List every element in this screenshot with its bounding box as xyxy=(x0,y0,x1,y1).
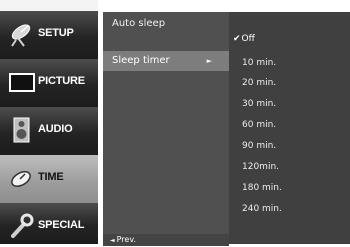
option-label: Off xyxy=(241,34,255,44)
option-item[interactable]: 60 min. xyxy=(229,115,350,135)
option-label: 30 min. xyxy=(242,99,277,109)
satellite-dish-icon xyxy=(11,24,31,47)
submenu-arrow-icon: ► xyxy=(206,57,212,65)
submenu-label: Auto sleep xyxy=(112,18,166,29)
nav-item-special[interactable]: SPECIAL xyxy=(0,203,98,244)
nav-label-picture: PICTURE xyxy=(38,75,85,87)
speaker-icon xyxy=(13,117,30,143)
nav-item-picture[interactable]: PICTURE xyxy=(0,59,98,107)
option-label: 90 min. xyxy=(242,141,277,151)
nav-label-time: TIME xyxy=(38,171,64,183)
prev-button[interactable]: ◄ Prev. xyxy=(103,234,229,246)
left-arrow-icon: ◄ xyxy=(110,237,115,244)
category-nav: SETUP PICTURE AUDIO TIME SPECIAL xyxy=(0,0,98,244)
option-item[interactable]: 90 min. xyxy=(229,136,350,156)
option-item[interactable]: 120min. xyxy=(229,157,350,177)
nav-label-special: SPECIAL xyxy=(38,219,85,231)
check-icon: ✔ xyxy=(233,34,241,44)
submenu-label: Sleep timer xyxy=(112,55,170,66)
nav-label-audio: AUDIO xyxy=(38,123,73,135)
screen-icon xyxy=(9,73,35,92)
prev-label: Prev. xyxy=(116,235,136,244)
wrench-icon xyxy=(11,213,34,238)
option-label: 20 min. xyxy=(242,78,277,88)
option-label: 180 min. xyxy=(242,183,282,193)
nav-item-setup[interactable]: SETUP xyxy=(0,11,98,59)
submenu-item-sleep-timer[interactable]: Sleep timer ► xyxy=(103,51,229,71)
sleep-timer-options: ✔Off 10 min. 20 min. 30 min. 60 min. 90 … xyxy=(229,12,350,244)
submenu-item-auto-sleep[interactable]: Auto sleep xyxy=(103,12,229,35)
option-item[interactable]: ✔Off xyxy=(229,29,350,49)
option-item[interactable]: 240 min. xyxy=(229,199,350,219)
nav-item-audio[interactable]: AUDIO xyxy=(0,107,98,155)
option-label: 10 min. xyxy=(242,58,277,68)
option-label: 240 min. xyxy=(242,204,282,214)
nav-item-time[interactable]: TIME xyxy=(0,155,98,203)
option-item[interactable]: 20 min. xyxy=(229,73,350,93)
clock-icon xyxy=(11,171,31,187)
option-label: 60 min. xyxy=(242,120,277,130)
option-item[interactable]: 10 min. xyxy=(229,53,350,73)
option-label: 120min. xyxy=(242,162,280,172)
nav-label-setup: SETUP xyxy=(38,27,74,39)
option-item[interactable]: 30 min. xyxy=(229,94,350,114)
option-item[interactable]: 180 min. xyxy=(229,178,350,198)
time-submenu: Auto sleep Sleep timer ► ◄ Prev. xyxy=(103,12,229,246)
tv-osd-menu: SETUP PICTURE AUDIO TIME SPECIAL Auto sl… xyxy=(0,0,350,246)
